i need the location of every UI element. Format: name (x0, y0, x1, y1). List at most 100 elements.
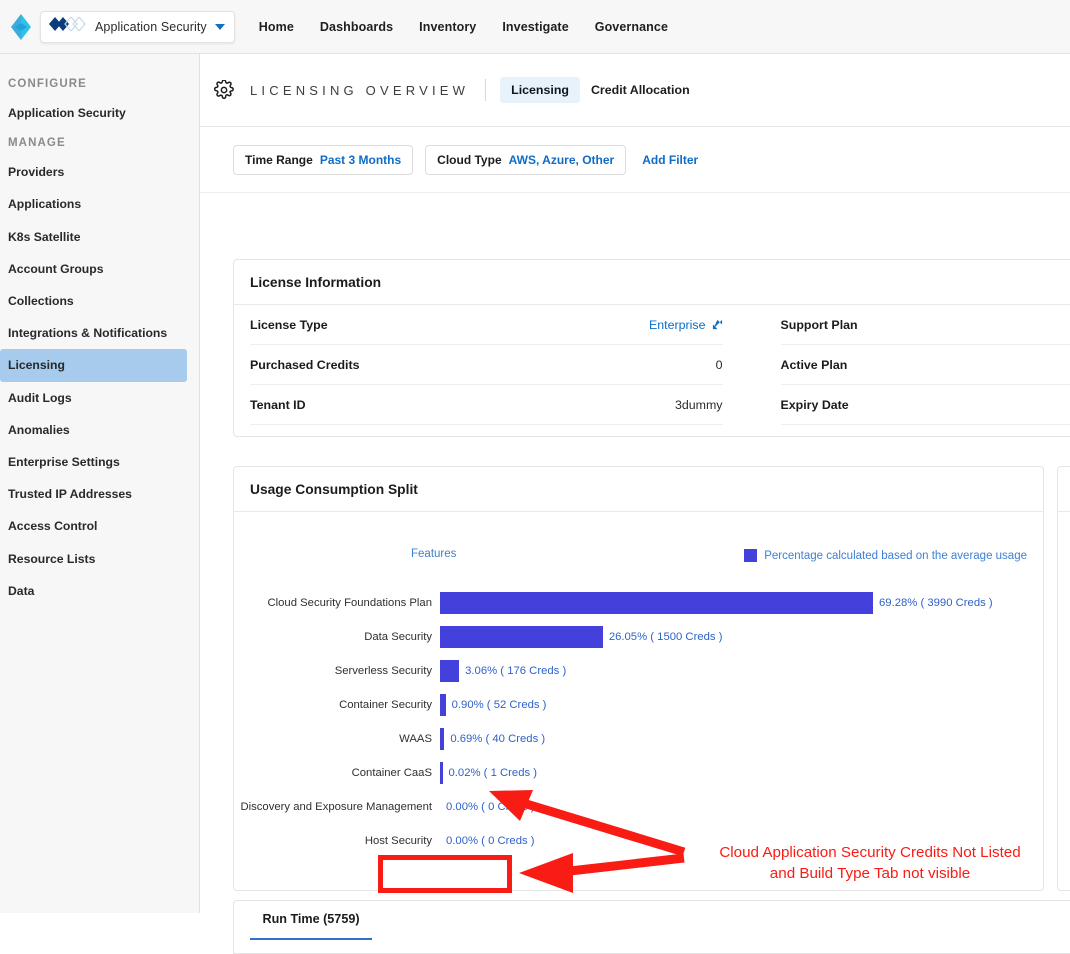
chart-bar-row[interactable]: Cloud Security Foundations Plan 69.28% ( … (234, 586, 1043, 620)
purchased-credits-value: 0 (716, 358, 723, 372)
expiry-date-key: Expiry Date (781, 398, 849, 412)
license-column-left: License Type Enterprise Purchased Credit… (250, 305, 723, 425)
filter-bar: Time Range Past 3 Months Cloud Type AWS,… (200, 127, 1070, 193)
license-information-title: License Information (234, 260, 1070, 305)
chart-bar[interactable] (440, 762, 443, 784)
chart-bar-label: Cloud Security Foundations Plan (234, 597, 440, 609)
filter-cloud-type-value: AWS, Azure, Other (509, 153, 615, 167)
sidebar-item-data[interactable]: Data (0, 575, 187, 607)
chart-bar[interactable] (440, 592, 873, 614)
sidebar-item-audit-logs[interactable]: Audit Logs (0, 382, 187, 414)
license-type-key: License Type (250, 318, 328, 332)
chart-bar-label: WAAS (234, 733, 440, 745)
app-switcher-dropdown[interactable]: Application Security (40, 11, 235, 43)
tab-run-time-label: Run Time (5759) (250, 912, 372, 926)
chart-bar[interactable] (440, 728, 444, 750)
app-cluster-icon (49, 17, 87, 36)
chart-bar-label: Discovery and Exposure Management (234, 801, 440, 813)
sidebar-item-enterprise-settings[interactable]: Enterprise Settings (0, 446, 187, 478)
license-row-expiry-date: Expiry Date (781, 385, 1070, 425)
nav-item-investigate[interactable]: Investigate (502, 20, 568, 34)
chart-bar[interactable] (440, 694, 446, 716)
license-type-value-text: Enterprise (649, 318, 705, 332)
sidebar-item-access-control[interactable]: Access Control (0, 510, 187, 542)
chart-bar-row[interactable]: WAAS 0.69% ( 40 Creds ) (234, 722, 1043, 756)
usage-consumption-bar-chart: Features Percentage calculated based on … (234, 512, 1043, 884)
license-row-purchased-credits: Purchased Credits 0 (250, 345, 723, 385)
prisma-logo-glyph (10, 14, 32, 40)
main-nav: Home Dashboards Inventory Investigate Go… (259, 20, 668, 34)
top-navigation-bar: Application Security Home Dashboards Inv… (0, 0, 1070, 54)
usage-consumption-split-title: Usage Consumption Split (234, 467, 1043, 512)
tab-credit-allocation[interactable]: Credit Allocation (580, 77, 701, 103)
main-content: LICENSING OVERVIEW Licensing Credit Allo… (200, 54, 1070, 913)
sidebar-group-configure: CONFIGURE (0, 70, 199, 97)
chart-legend: Percentage calculated based on the avera… (744, 549, 1027, 562)
filter-time-range[interactable]: Time Range Past 3 Months (233, 145, 413, 175)
chart-bar-row[interactable]: Serverless Security 3.06% ( 176 Creds ) (234, 654, 1043, 688)
tab-licensing[interactable]: Licensing (500, 77, 580, 103)
filter-time-range-value: Past 3 Months (320, 153, 401, 167)
external-link-icon (712, 319, 723, 330)
nav-item-inventory[interactable]: Inventory (419, 20, 476, 34)
chart-bar-rows: Cloud Security Foundations Plan 69.28% ( … (234, 586, 1043, 858)
chart-bar-value: 69.28% ( 3990 Creds ) (879, 597, 993, 609)
tab-run-time[interactable]: Run Time (5759) (250, 912, 372, 940)
tab-run-time-underline (250, 938, 372, 940)
license-column-right: Support Plan Active Plan Expiry Date (781, 305, 1070, 425)
chart-bar-row[interactable]: Host Security 0.00% ( 0 Creds ) (234, 824, 1043, 858)
license-information-grid: License Type Enterprise Purchased Credit… (234, 305, 1070, 425)
chart-bar-label: Host Security (234, 835, 440, 847)
app-switcher-label: Application Security (95, 20, 207, 34)
chart-bar-label: Data Security (234, 631, 440, 643)
sidebar-item-application-security[interactable]: Application Security (0, 97, 187, 129)
license-row-tenant-id: Tenant ID 3dummy (250, 385, 723, 425)
sidebar-item-anomalies[interactable]: Anomalies (0, 414, 187, 446)
support-plan-key: Support Plan (781, 318, 858, 332)
nav-item-home[interactable]: Home (259, 20, 294, 34)
chevron-down-icon[interactable] (215, 24, 225, 30)
license-row-support-plan: Support Plan (781, 305, 1070, 345)
sidebar-item-trusted-ip-addresses[interactable]: Trusted IP Addresses (0, 478, 187, 510)
tenant-id-key: Tenant ID (250, 398, 306, 412)
chart-bar-value: 0.02% ( 1 Creds ) (449, 767, 538, 779)
nav-item-governance[interactable]: Governance (595, 20, 668, 34)
license-row-active-plan: Active Plan (781, 345, 1070, 385)
sidebar-item-resource-lists[interactable]: Resource Lists (0, 543, 187, 575)
chart-bar[interactable] (440, 660, 459, 682)
chart-axis-title: Features (411, 548, 456, 560)
add-filter-button[interactable]: Add Filter (642, 153, 698, 167)
sidebar-item-integrations-notifications[interactable]: Integrations & Notifications (0, 317, 187, 349)
chart-bar-label: Serverless Security (234, 665, 440, 677)
license-type-value[interactable]: Enterprise (649, 318, 722, 332)
filter-cloud-type-key: Cloud Type (437, 153, 501, 167)
chart-bar-value: 0.90% ( 52 Creds ) (452, 699, 547, 711)
chart-bar-row[interactable]: Data Security26.05% ( 1500 Creds ) (234, 620, 1043, 654)
chart-bar-row[interactable]: Container CaaS0.02% ( 1 Creds ) (234, 756, 1043, 790)
header-divider (485, 79, 486, 101)
chart-bar[interactable] (440, 626, 603, 648)
chart-bar-value: 0.00% ( 0 Creds ) (446, 835, 535, 847)
sidebar-item-licensing[interactable]: Licensing (0, 349, 187, 381)
page-header: LICENSING OVERVIEW Licensing Credit Allo… (200, 54, 1070, 127)
chart-bar-value: 3.06% ( 176 Creds ) (465, 665, 566, 677)
sidebar-item-k8s-satellite[interactable]: K8s Satellite (0, 221, 187, 253)
secondary-usage-card-title (1058, 467, 1070, 512)
license-information-card: License Information License Type Enterpr… (233, 259, 1070, 437)
chart-bar-row[interactable]: Container Security 0.90% ( 52 Creds ) (234, 688, 1043, 722)
chart-bar-label: Container Security (234, 699, 440, 711)
filter-cloud-type[interactable]: Cloud Type AWS, Azure, Other (425, 145, 626, 175)
active-plan-key: Active Plan (781, 358, 848, 372)
bottom-tab-strip: Run Time (5759) (233, 900, 1070, 954)
chart-bar-value: 0.69% ( 40 Creds ) (450, 733, 545, 745)
sidebar-item-collections[interactable]: Collections (0, 285, 187, 317)
sidebar-item-providers[interactable]: Providers (0, 156, 187, 188)
nav-item-dashboards[interactable]: Dashboards (320, 20, 393, 34)
sidebar-item-applications[interactable]: Applications (0, 188, 187, 220)
usage-consumption-split-card: Usage Consumption Split Features Percent… (233, 466, 1044, 891)
sidebar-item-account-groups[interactable]: Account Groups (0, 253, 187, 285)
chart-bar-row[interactable]: Discovery and Exposure Management0.00% (… (234, 790, 1043, 824)
prisma-logo-icon[interactable] (4, 14, 38, 40)
gear-icon[interactable] (214, 80, 234, 100)
page-title: LICENSING OVERVIEW (250, 83, 469, 98)
